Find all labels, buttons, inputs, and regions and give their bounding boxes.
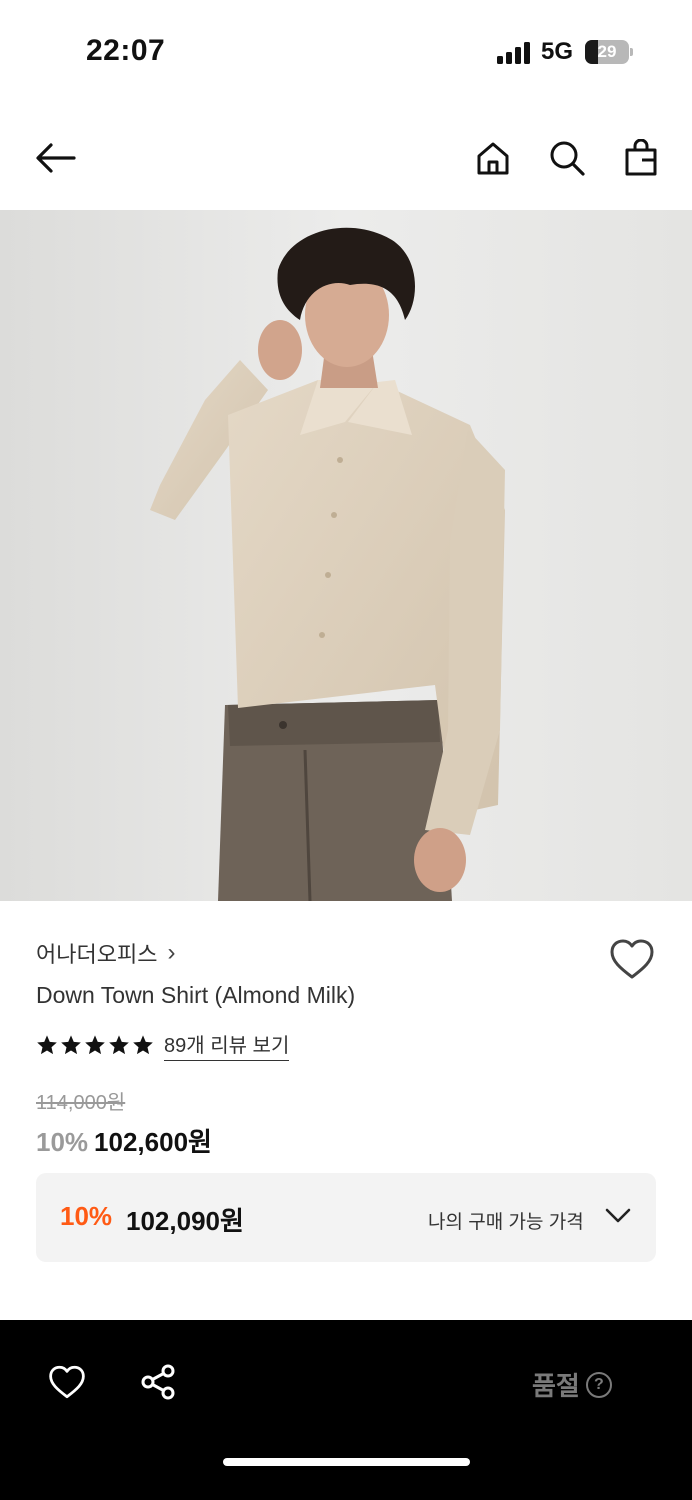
product-image[interactable] (0, 210, 692, 901)
battery-icon: 29 (585, 40, 633, 64)
bottom-action-bar: 품절 ? (0, 1320, 692, 1500)
sold-out-label: 품절 (532, 1371, 580, 1401)
status-bar: 22:07 5G 29 (0, 0, 692, 100)
my-price: 102,090원 (126, 1206, 244, 1236)
home-icon[interactable] (471, 136, 515, 180)
star-icon (109, 1035, 129, 1055)
price-row: 10% 102,600원 (36, 1122, 212, 1159)
share-icon[interactable] (136, 1360, 180, 1404)
shopping-bag-icon[interactable] (619, 136, 663, 180)
battery-percent: 29 (597, 42, 617, 61)
top-nav (0, 120, 692, 196)
brand-name: 어나더오피스 (36, 942, 158, 967)
product-name: Down Town Shirt (Almond Milk) (36, 982, 356, 1008)
wishlist-heart-icon[interactable] (608, 937, 656, 981)
star-icon (61, 1035, 81, 1055)
home-indicator (223, 1458, 470, 1466)
rating-row: 89개 리뷰 보기 (36, 1029, 290, 1061)
rating-stars (36, 1034, 154, 1056)
sold-out-status[interactable]: 품절 ? (532, 1366, 612, 1403)
search-icon[interactable] (545, 136, 589, 180)
sale-price: 102,600원 (94, 1127, 212, 1157)
my-discount-rate: 10% (60, 1201, 113, 1231)
status-time: 22:07 (86, 34, 166, 67)
my-price-label: 나의 구매 가능 가격 (428, 1212, 584, 1233)
wishlist-heart-icon[interactable] (45, 1360, 89, 1404)
brand-link[interactable]: 어나더오피스 › (36, 937, 175, 969)
discount-rate: 10% (36, 1127, 89, 1157)
help-icon[interactable]: ? (585, 1371, 612, 1398)
star-icon (133, 1035, 153, 1055)
back-arrow-icon[interactable] (34, 136, 78, 180)
star-icon (85, 1035, 105, 1055)
original-price: 114,000원 (36, 1092, 126, 1114)
chevron-down-icon (605, 1208, 631, 1223)
model-photo (0, 210, 692, 901)
my-price-dropdown[interactable]: 10% 102,090원 나의 구매 가능 가격 (36, 1173, 656, 1262)
signal-icon (497, 42, 530, 64)
network-type: 5G (541, 38, 574, 65)
star-icon (37, 1035, 57, 1055)
review-link[interactable]: 89개 리뷰 보기 (164, 1029, 290, 1061)
chevron-right-icon: › (167, 939, 176, 966)
